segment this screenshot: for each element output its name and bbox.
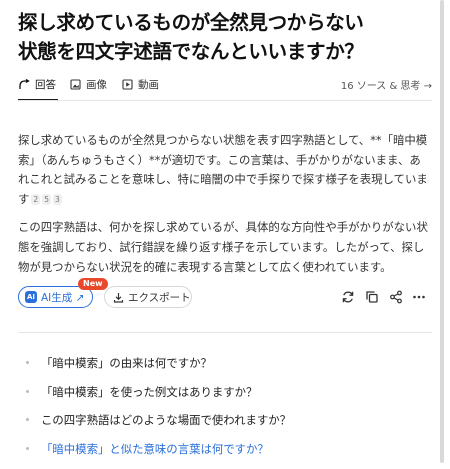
answer-actions: AI AI生成 ↗ New エクスポート — [18, 286, 432, 310]
answer-body: 探し求めているものが全然見つからない状態を表す四字熟語として、**「暗中模索」（… — [18, 131, 430, 286]
answer-paragraph-1-text: 探し求めているものが全然見つからない状態を表す四字熟語として、**「暗中模索」（… — [18, 133, 428, 206]
tab-videos-label: 動画 — [138, 77, 159, 92]
citation-badge[interactable]: 5 — [42, 194, 51, 205]
tab-answer[interactable]: 回答 — [18, 77, 56, 92]
ai-generate-label: AI生成 ↗ — [41, 290, 84, 305]
related-question[interactable]: 「暗中模索」と似た意味の言葉は何ですか？ — [18, 441, 432, 469]
related-question-text: 「暗中模索」の由来は何ですか？ — [41, 355, 212, 371]
bullet — [26, 390, 29, 393]
ai-logo-icon: AI — [25, 291, 37, 303]
tabs-divider — [18, 100, 432, 101]
refresh-icon[interactable] — [341, 290, 355, 304]
export-button[interactable]: エクスポート — [104, 286, 192, 308]
question-line-2: 状態を四文字述語でなんといいますか？ — [18, 40, 364, 63]
share-icon[interactable] — [389, 290, 403, 304]
image-icon — [70, 79, 81, 90]
new-badge: New — [78, 278, 108, 290]
related-question[interactable]: この四字熟語はどのような場面で使われますか？ — [18, 412, 432, 441]
question-title: 探し求めているものが全然見つからない 状態を四文字述語でなんといいますか？ — [18, 8, 428, 66]
copy-icon[interactable] — [365, 290, 379, 304]
question-line-1: 探し求めているものが全然見つからない — [18, 11, 364, 34]
video-icon — [122, 79, 133, 90]
download-icon — [113, 292, 124, 303]
related-question[interactable]: 「暗中模索」を使った例文はありますか？ — [18, 384, 432, 413]
citation-badge[interactable]: 3 — [53, 194, 62, 205]
scrollbar[interactable] — [440, 0, 444, 463]
answer-page: 探し求めているものが全然見つからない 状態を四文字述語でなんといいますか？ 回答… — [0, 0, 432, 463]
answer-icon — [18, 79, 30, 91]
related-question-text: この四字熟語はどのような場面で使われますか？ — [41, 412, 291, 428]
tab-images[interactable]: 画像 — [70, 77, 107, 92]
bullet — [26, 361, 29, 364]
answer-paragraph-2: この四字熟語は、何かを探し求めているが、具体的な方向性や手がかりがない状態を強調… — [18, 218, 430, 277]
tab-answer-label: 回答 — [35, 77, 56, 92]
export-label: エクスポート — [128, 290, 191, 305]
answer-paragraph-1: 探し求めているものが全然見つからない状態を表す四字熟語として、**「暗中模索」（… — [18, 131, 430, 209]
tab-images-label: 画像 — [86, 77, 107, 92]
related-question[interactable]: 「暗中模索」の由来は何ですか？ — [18, 355, 432, 384]
result-tabs: 回答 画像 動画 16 ソース & 思考 → — [18, 77, 432, 99]
related-question-text: 「暗中模索」と似た意味の言葉は何ですか？ — [41, 441, 269, 457]
tab-videos[interactable]: 動画 — [122, 77, 159, 92]
actions-divider — [18, 332, 432, 333]
more-options-icon[interactable] — [412, 290, 426, 304]
citation-badge[interactable]: 2 — [31, 194, 40, 205]
bullet — [26, 418, 29, 421]
related-questions: 「暗中模索」の由来は何ですか？ 「暗中模索」を使った例文はありますか？ この四字… — [18, 355, 432, 469]
related-question-text: 「暗中模索」を使った例文はありますか？ — [41, 384, 257, 400]
bullet — [26, 447, 29, 450]
sources-link[interactable]: 16 ソース & 思考 → — [341, 77, 432, 92]
